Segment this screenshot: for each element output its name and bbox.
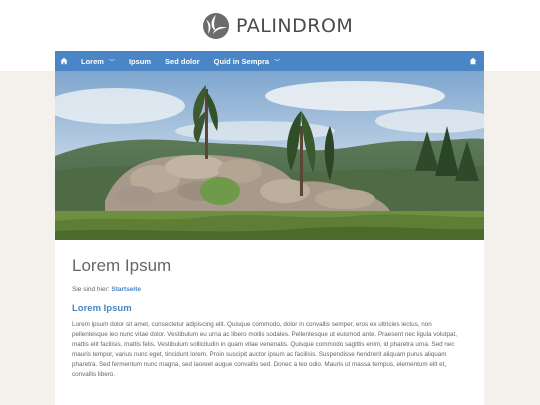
nav-item-sed-dolor[interactable]: Sed dolor <box>158 51 207 71</box>
brand-logo[interactable]: PALINDROM <box>202 11 353 41</box>
main-content: Lorem Ipsum Sie sind hier: Startseite Lo… <box>55 240 484 405</box>
nav-home[interactable] <box>55 51 74 71</box>
breadcrumb-link-startseite[interactable]: Startseite <box>111 286 141 293</box>
body-paragraph: Lorem ipsum dolor sit amet, consectetur … <box>72 321 458 378</box>
hero-image <box>55 71 484 240</box>
nav-item-lorem[interactable]: Lorem ﹀ <box>74 51 122 71</box>
page-title: Lorem Ipsum <box>72 256 172 275</box>
nav-item-label: Ipsum <box>128 56 152 66</box>
search-icon <box>469 57 477 65</box>
home-icon <box>60 57 68 65</box>
chevron-down-icon: ﹀ <box>108 59 115 66</box>
nav-item-quid-in-sempra[interactable]: Quid in Sempra ﹀ <box>207 51 287 71</box>
nav-search[interactable] <box>462 51 484 71</box>
palindrom-logo-icon <box>203 13 229 39</box>
brand-name: PALINDROM <box>236 15 354 37</box>
nav-item-label: Quid in Sempra <box>213 56 270 66</box>
breadcrumb-prefix: Sie sind hier: <box>72 286 110 293</box>
breadcrumb: Sie sind hier: Startseite <box>72 286 467 293</box>
nav-item-ipsum[interactable]: Ipsum <box>122 51 158 71</box>
landscape-image <box>55 71 484 240</box>
main-nav: Lorem ﹀ Ipsum Sed dolor Quid in Sempra ﹀ <box>55 51 484 71</box>
chevron-down-icon: ﹀ <box>274 59 281 66</box>
nav-item-label: Sed dolor <box>165 56 200 66</box>
nav-item-label: Lorem <box>81 56 104 66</box>
section-title: Lorem Ipsum <box>72 303 132 314</box>
